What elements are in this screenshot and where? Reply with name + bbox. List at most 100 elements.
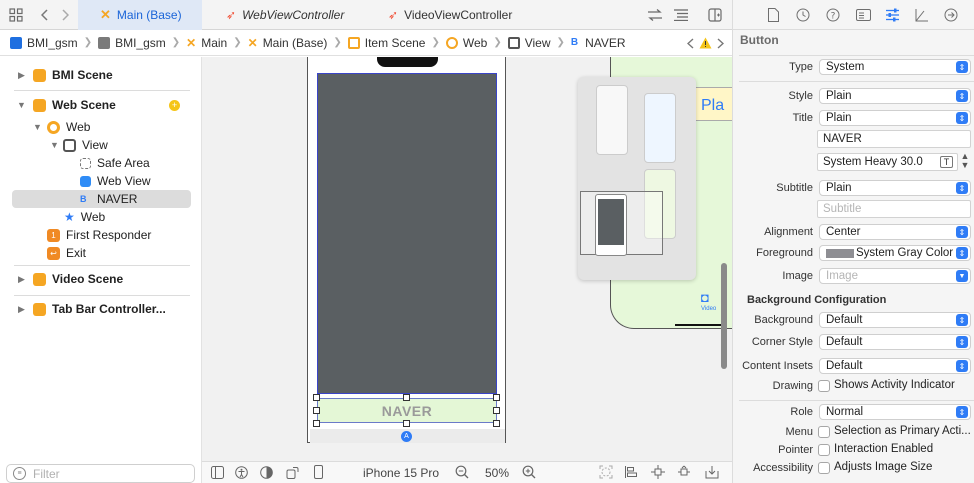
- font-field[interactable]: System Heavy 30.0 T: [817, 153, 958, 171]
- disclosure-right-icon[interactable]: ▶: [18, 70, 25, 81]
- file-inspector-icon[interactable]: [766, 7, 780, 23]
- outline-row-exit[interactable]: ↩ Exit: [0, 244, 202, 262]
- connections-inspector-icon[interactable]: [943, 7, 959, 23]
- resize-handle[interactable]: [313, 394, 320, 401]
- title-popup[interactable]: Plain ⇕: [819, 110, 971, 126]
- attributes-inspector-icon[interactable]: [884, 7, 900, 23]
- resize-handle[interactable]: [493, 394, 500, 401]
- font-picker-icon[interactable]: T: [940, 156, 953, 168]
- breadcrumb-naver[interactable]: B NAVER: [571, 36, 626, 50]
- resize-handle[interactable]: [493, 420, 500, 427]
- outline-row-web-vc[interactable]: ▼ Web: [0, 118, 202, 136]
- outline-row-first-responder[interactable]: 1 First Responder: [0, 226, 202, 244]
- minimap-scene: [596, 85, 628, 155]
- type-popup[interactable]: System ⇕: [819, 59, 971, 75]
- filter-field[interactable]: ≡ Filter: [6, 464, 195, 483]
- menu-label: Menu: [785, 426, 813, 438]
- outline-row-web-view[interactable]: Web View: [0, 172, 202, 190]
- disclosure-right-icon[interactable]: ▶: [18, 304, 25, 315]
- accessibility-icon[interactable]: [234, 465, 248, 479]
- outline-label: Web: [80, 210, 106, 224]
- breadcrumb-main-base[interactable]: ✕ Main (Base): [248, 36, 328, 50]
- breadcrumb-project[interactable]: BMI_gsm: [10, 36, 78, 50]
- alignment-popup[interactable]: Center ⇕: [819, 224, 971, 240]
- size-inspector-icon[interactable]: [914, 7, 930, 23]
- breadcrumb-view[interactable]: View: [507, 36, 551, 50]
- history-inspector-icon[interactable]: [795, 7, 811, 23]
- zoom-in-icon[interactable]: [521, 465, 537, 479]
- disclosure-right-icon[interactable]: ▶: [18, 274, 25, 285]
- resize-handle[interactable]: [403, 420, 410, 427]
- svg-text:?: ?: [831, 12, 836, 22]
- web-view[interactable]: [317, 73, 497, 394]
- disclosure-down-icon[interactable]: ▼: [33, 122, 42, 132]
- disclosure-down-icon[interactable]: ▼: [50, 140, 59, 150]
- zoom-out-icon[interactable]: [454, 465, 470, 479]
- editor-options-icon[interactable]: [672, 7, 690, 23]
- disclosure-down-icon[interactable]: ▼: [17, 100, 26, 110]
- pointer-interaction-checkbox[interactable]: [818, 444, 830, 456]
- resize-handle[interactable]: [493, 407, 500, 414]
- subtitle-text-field[interactable]: Subtitle: [817, 200, 971, 218]
- outline-row-view[interactable]: ▼ View: [0, 136, 202, 154]
- tab-main-base[interactable]: ✕ Main (Base): [78, 0, 202, 30]
- vertical-scrollbar[interactable]: [721, 263, 727, 369]
- device-selector[interactable]: iPhone 15 Pro: [363, 466, 439, 480]
- help-inspector-icon[interactable]: ?: [825, 7, 841, 23]
- foreground-popup[interactable]: System Gray Color ⇕: [819, 245, 971, 261]
- subtitle-popup[interactable]: Plain ⇕: [819, 180, 971, 196]
- image-combo[interactable]: Image ▼: [819, 268, 971, 284]
- outline-label: Web View: [97, 174, 151, 188]
- forward-chevron-icon[interactable]: [58, 7, 72, 23]
- font-stepper-icon[interactable]: ▲ ▼: [960, 152, 970, 170]
- appearance-icon[interactable]: [259, 465, 273, 479]
- background-popup[interactable]: Default ⇕: [819, 312, 971, 328]
- tab-webviewcontroller[interactable]: ➶ WebViewController: [202, 0, 360, 30]
- orientation-icon[interactable]: [285, 465, 299, 479]
- embed-in-icon[interactable]: [704, 465, 720, 479]
- content-insets-popup[interactable]: Default ⇕: [819, 358, 971, 374]
- breadcrumb-folder[interactable]: BMI_gsm: [98, 36, 166, 50]
- swap-arrows-icon[interactable]: [646, 7, 664, 23]
- corner-style-popup[interactable]: Default ⇕: [819, 334, 971, 350]
- back-chevron-icon[interactable]: [38, 7, 52, 23]
- breadcrumb-item-scene[interactable]: Item Scene: [347, 36, 425, 50]
- resolve-issues-icon[interactable]: [676, 465, 692, 479]
- issue-back-icon[interactable]: [684, 35, 696, 51]
- warning-icon[interactable]: [698, 35, 712, 51]
- activity-indicator-checkbox[interactable]: [818, 380, 830, 392]
- outline-row-web-scene[interactable]: ▼ Web Scene +: [0, 96, 202, 114]
- resize-handle[interactable]: [403, 394, 410, 401]
- outline-toggle-icon[interactable]: [210, 465, 224, 479]
- align-icon[interactable]: [623, 465, 639, 479]
- role-popup[interactable]: Normal ⇕: [819, 404, 971, 420]
- inspector-section-title: Button: [740, 33, 779, 47]
- outline-row-bmi-scene[interactable]: ▶ BMI Scene: [0, 66, 202, 84]
- resize-handle[interactable]: [313, 407, 320, 414]
- resize-handle[interactable]: [313, 420, 320, 427]
- update-frames-icon[interactable]: [598, 465, 614, 479]
- breadcrumb-web[interactable]: Web: [445, 36, 487, 50]
- iphone-icon[interactable]: [311, 465, 325, 479]
- style-popup[interactable]: Plain ⇕: [819, 88, 971, 104]
- divider: [14, 265, 190, 266]
- storyboard-canvas[interactable]: NAVER A Pla ◘ Video: [202, 57, 733, 454]
- minimap[interactable]: [578, 77, 696, 280]
- identity-inspector-icon[interactable]: [855, 7, 871, 23]
- tab-videoviewcontroller[interactable]: ➶ VideoViewController: [360, 0, 540, 30]
- outline-row-tab-bar-controller[interactable]: ▶ Tab Bar Controller...: [0, 300, 202, 318]
- outline-row-video-scene[interactable]: ▶ Video Scene: [0, 270, 202, 288]
- zoom-level[interactable]: 50%: [485, 466, 509, 480]
- grid-icon[interactable]: [8, 7, 24, 23]
- add-constraints-icon[interactable]: [650, 465, 666, 479]
- title-text-field[interactable]: NAVER: [817, 130, 971, 148]
- outline-row-safe-area[interactable]: Safe Area: [0, 154, 202, 172]
- add-editor-icon[interactable]: [706, 7, 724, 23]
- primary-action-checkbox[interactable]: [818, 426, 830, 438]
- adjusts-image-size-checkbox[interactable]: [818, 462, 830, 474]
- breadcrumb-main[interactable]: ✕ Main: [186, 36, 227, 50]
- scene-icon: [33, 302, 46, 316]
- issue-forward-icon[interactable]: [714, 35, 726, 51]
- outline-row-web-item[interactable]: ★ Web: [0, 208, 202, 226]
- outline-row-naver-selected[interactable]: B NAVER: [12, 190, 191, 208]
